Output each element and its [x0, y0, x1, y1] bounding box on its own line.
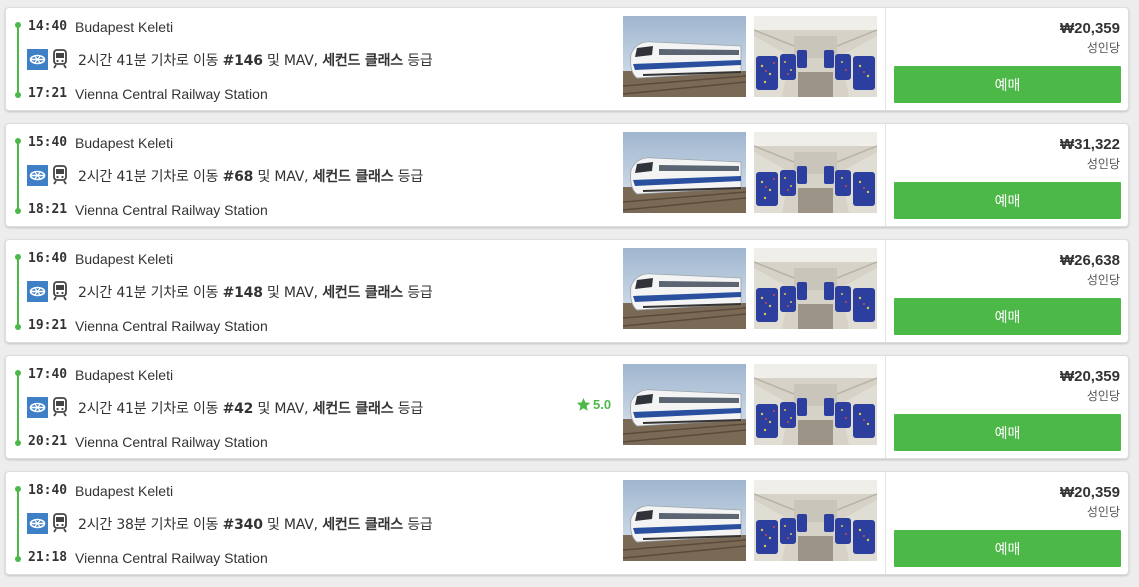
- class-label: 세컨드 클래스: [312, 169, 394, 185]
- train-number: #146: [222, 53, 263, 69]
- departure-time: 16:40: [28, 251, 68, 266]
- train-number: #68: [222, 169, 254, 185]
- card-divider: [885, 472, 886, 574]
- journey-timeline: [15, 138, 21, 214]
- arrival-time: 21:18: [28, 550, 68, 565]
- arrival-time: 17:21: [28, 86, 68, 101]
- train-interior-photo[interactable]: [754, 132, 877, 213]
- mav-logo-icon: [27, 281, 48, 302]
- train-interior-photo[interactable]: [754, 248, 877, 329]
- price: ₩20,359: [1059, 20, 1120, 37]
- price: ₩31,322: [1059, 136, 1120, 153]
- departure-time: 18:40: [28, 483, 68, 498]
- mav-logo-icon: [27, 165, 48, 186]
- train-icon: [52, 513, 68, 533]
- arrival-station: Vienna Central Railway Station: [75, 318, 268, 334]
- departure-time: 15:40: [28, 135, 68, 150]
- mav-logo-icon: [27, 49, 48, 70]
- price-unit-label: 성인당: [1086, 389, 1120, 403]
- journey-timeline: [15, 254, 21, 330]
- train-interior-photo[interactable]: [754, 364, 877, 445]
- card-divider: [885, 124, 886, 226]
- mav-logo-icon: [27, 397, 48, 418]
- train-interior-photo[interactable]: [754, 480, 877, 561]
- book-button[interactable]: 예매: [894, 66, 1121, 103]
- departure-time: 14:40: [28, 19, 68, 34]
- arrival-station: Vienna Central Railway Station: [75, 550, 268, 566]
- journey-description: 2시간 41분 기차로 이동 #146 및 MAV, 세컨드 클래스 등급: [78, 53, 433, 69]
- price-unit-label: 성인당: [1086, 157, 1120, 171]
- journey-description: 2시간 41분 기차로 이동 #148 및 MAV, 세컨드 클래스 등급: [78, 285, 433, 301]
- journey-description: 2시간 38분 기차로 이동 #340 및 MAV, 세컨드 클래스 등급: [78, 517, 433, 533]
- arrival-time: 18:21: [28, 202, 68, 217]
- arrival-station: Vienna Central Railway Station: [75, 434, 268, 450]
- train-exterior-photo[interactable]: [623, 248, 746, 329]
- train-number: #42: [222, 401, 254, 417]
- price: ₩20,359: [1059, 368, 1120, 385]
- card-divider: [885, 8, 886, 110]
- book-button[interactable]: 예매: [894, 298, 1121, 335]
- rating: 5.0: [576, 397, 611, 412]
- price-unit-label: 성인당: [1086, 273, 1120, 287]
- arrival-station: Vienna Central Railway Station: [75, 86, 268, 102]
- train-exterior-photo[interactable]: [623, 480, 746, 561]
- departure-station: Budapest Keleti: [75, 483, 174, 499]
- journey-timeline: [15, 22, 21, 98]
- train-interior-photo[interactable]: [754, 16, 877, 97]
- class-label: 세컨드 클래스: [322, 517, 403, 533]
- star-icon: [576, 397, 591, 411]
- arrival-time: 19:21: [28, 318, 68, 333]
- price-unit-label: 성인당: [1086, 505, 1120, 519]
- train-result-card[interactable]: 17:40 Budapest Keleti 2시간 41분 기차로 이동 #42…: [5, 355, 1129, 459]
- train-result-card[interactable]: 14:40 Budapest Keleti 2시간 41분 기차로 이동 #14…: [5, 7, 1129, 111]
- departure-station: Budapest Keleti: [75, 19, 174, 35]
- train-exterior-photo[interactable]: [623, 132, 746, 213]
- class-label: 세컨드 클래스: [322, 285, 403, 301]
- train-icon: [52, 165, 68, 185]
- rating-value: 5.0: [593, 397, 612, 412]
- train-result-card[interactable]: 16:40 Budapest Keleti 2시간 41분 기차로 이동 #14…: [5, 239, 1129, 343]
- train-exterior-photo[interactable]: [623, 364, 746, 445]
- book-button[interactable]: 예매: [894, 414, 1121, 451]
- arrival-station: Vienna Central Railway Station: [75, 202, 268, 218]
- book-button[interactable]: 예매: [894, 530, 1121, 567]
- departure-time: 17:40: [28, 367, 68, 382]
- train-result-card[interactable]: 18:40 Budapest Keleti 2시간 38분 기차로 이동 #34…: [5, 471, 1129, 575]
- journey-description: 2시간 41분 기차로 이동 #42 및 MAV, 세컨드 클래스 등급: [78, 401, 424, 417]
- journey-description: 2시간 41분 기차로 이동 #68 및 MAV, 세컨드 클래스 등급: [78, 169, 424, 185]
- departure-station: Budapest Keleti: [75, 135, 174, 151]
- arrival-time: 20:21: [28, 434, 68, 449]
- price: ₩26,638: [1059, 252, 1120, 269]
- train-icon: [52, 397, 68, 417]
- train-result-card[interactable]: 15:40 Budapest Keleti 2시간 41분 기차로 이동 #68…: [5, 123, 1129, 227]
- train-exterior-photo[interactable]: [623, 16, 746, 97]
- card-divider: [885, 356, 886, 458]
- departure-station: Budapest Keleti: [75, 251, 174, 267]
- class-label: 세컨드 클래스: [312, 401, 394, 417]
- class-label: 세컨드 클래스: [322, 53, 403, 69]
- journey-timeline: [15, 370, 21, 446]
- card-divider: [885, 240, 886, 342]
- price-unit-label: 성인당: [1086, 41, 1120, 55]
- departure-station: Budapest Keleti: [75, 367, 174, 383]
- price: ₩20,359: [1059, 484, 1120, 501]
- mav-logo-icon: [27, 513, 48, 534]
- train-number: #148: [222, 285, 263, 301]
- train-icon: [52, 49, 68, 69]
- train-icon: [52, 281, 68, 301]
- book-button[interactable]: 예매: [894, 182, 1121, 219]
- train-number: #340: [222, 517, 263, 533]
- journey-timeline: [15, 486, 21, 562]
